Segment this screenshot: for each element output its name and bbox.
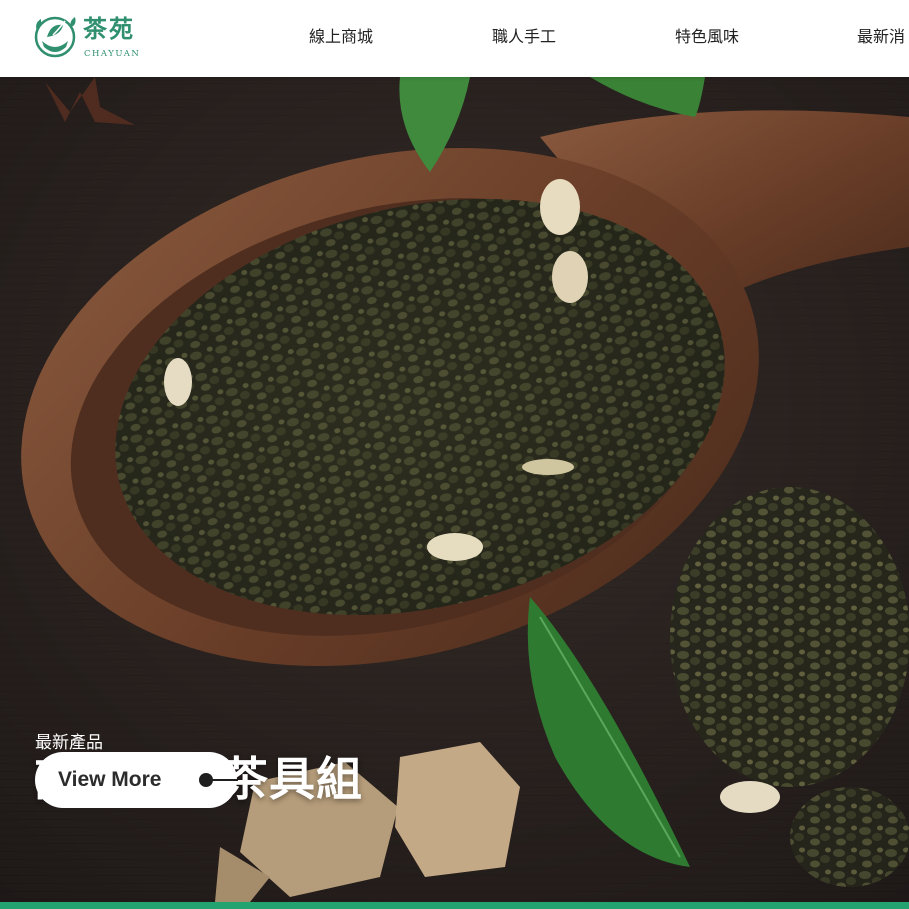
view-more-button[interactable]: View More <box>35 752 238 808</box>
view-more-label: View More <box>58 768 162 791</box>
nav-item-flavors[interactable]: 特色風味 <box>675 26 739 50</box>
nav-item-news[interactable]: 最新消 <box>857 26 905 50</box>
arrow-right-icon <box>199 773 238 787</box>
site-header: 茶苑 CHAYUAN 線上商城 職人手工 特色風味 最新消 <box>0 0 909 77</box>
main-nav: 線上商城 職人手工 特色風味 最新消 <box>0 0 909 77</box>
accent-bar <box>0 902 909 909</box>
nav-item-artisan[interactable]: 職人手工 <box>492 26 556 50</box>
nav-item-online-store[interactable]: 線上商城 <box>309 26 373 50</box>
